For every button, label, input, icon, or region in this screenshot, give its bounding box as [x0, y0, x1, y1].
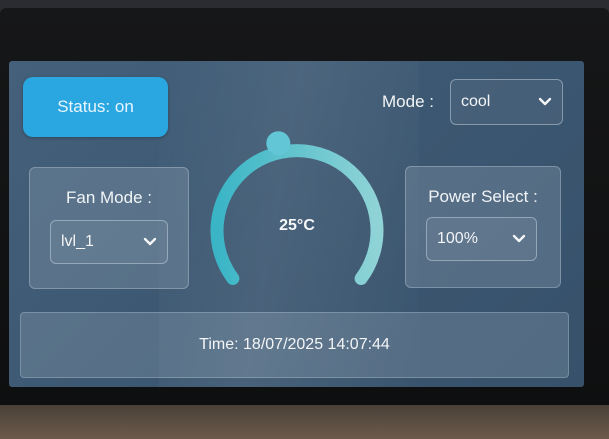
- mode-dropdown[interactable]: cool: [450, 79, 563, 125]
- fan-mode-label: Fan Mode :: [66, 188, 152, 207]
- gauge-arc: [210, 144, 384, 285]
- status-button[interactable]: Status: on: [23, 77, 168, 137]
- gauge-knob[interactable]: [266, 131, 291, 156]
- chevron-down-icon: [538, 97, 552, 106]
- power-select-card: Power Select : 100%: [405, 166, 561, 288]
- chevron-down-icon: [512, 234, 526, 243]
- status-label: Status: on: [57, 97, 134, 116]
- chevron-down-icon: [143, 237, 157, 246]
- fan-mode-value: lvl_1: [61, 233, 94, 250]
- background-surface: [0, 405, 609, 439]
- mode-label: Mode :: [382, 92, 434, 111]
- fan-mode-card: Fan Mode : lvl_1: [29, 167, 189, 289]
- mode-value: cool: [461, 93, 491, 110]
- power-select-label: Power Select :: [428, 187, 538, 206]
- time-bar: Time: 18/07/2025 14:07:44: [20, 312, 569, 378]
- power-select-dropdown[interactable]: 100%: [426, 217, 537, 261]
- power-select-value: 100%: [437, 230, 478, 247]
- temperature-gauge[interactable]: 25°C: [207, 129, 387, 297]
- thermostat-screen: Status: on Mode : cool Fan Mode : lvl_1 …: [9, 61, 584, 387]
- fan-mode-dropdown[interactable]: lvl_1: [50, 220, 168, 264]
- time-display: Time: 18/07/2025 14:07:44: [199, 336, 390, 353]
- temperature-display: 25°C: [279, 217, 315, 234]
